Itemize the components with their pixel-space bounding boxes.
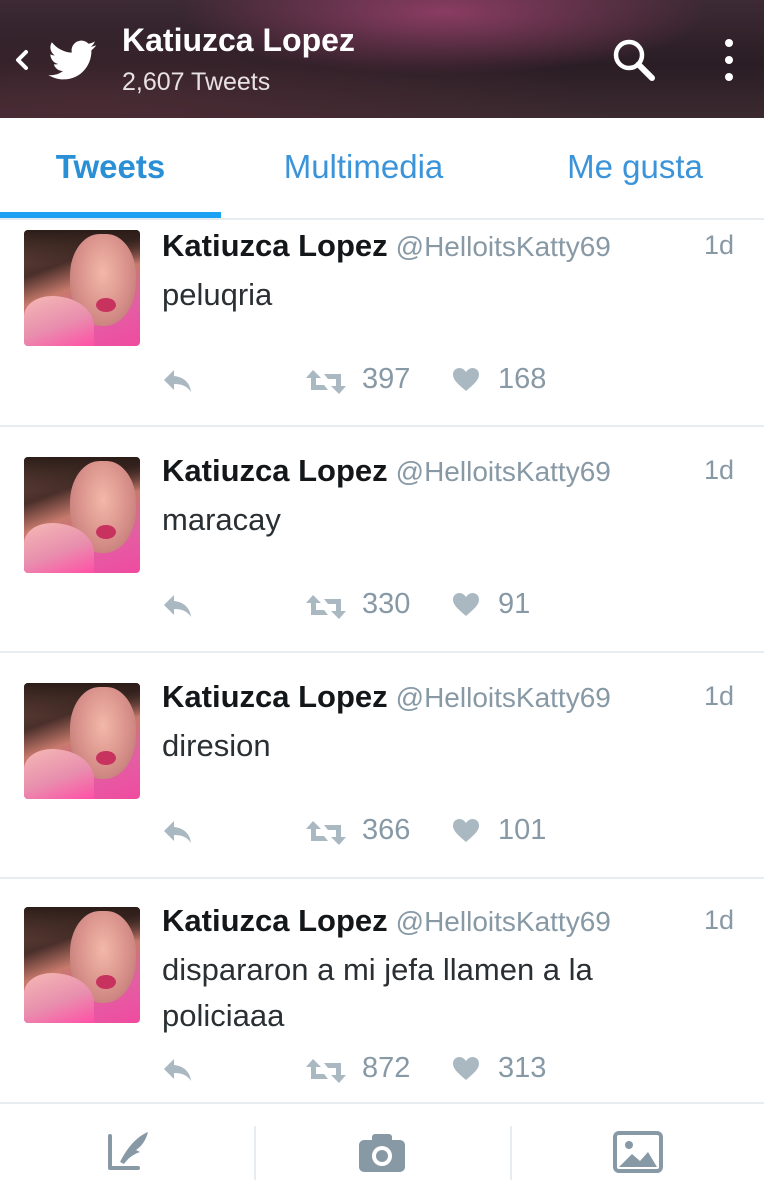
- retweet-icon[interactable]: [304, 593, 348, 621]
- tweet-author-handle: @HelloitsKatty69: [395, 456, 611, 487]
- twitter-bird-icon: [48, 40, 97, 80]
- tweet-item[interactable]: Katiuzca Lopez @HelloitsKatty69 1d peluqr…: [0, 220, 764, 425]
- tweet-author[interactable]: Katiuzca Lopez @HelloitsKatty69: [162, 679, 611, 715]
- camera-icon[interactable]: [356, 1128, 408, 1176]
- retweet-icon[interactable]: [304, 819, 348, 847]
- retweet-icon[interactable]: [304, 368, 348, 396]
- avatar[interactable]: [24, 230, 140, 346]
- reply-icon[interactable]: [160, 1055, 194, 1085]
- tab-me-gusta[interactable]: Me gusta: [506, 118, 764, 218]
- avatar[interactable]: [24, 907, 140, 1023]
- avatar[interactable]: [24, 683, 140, 799]
- tweet-actions: 872 313: [0, 1051, 764, 1091]
- tweet-author-name: Katiuzca Lopez: [162, 903, 388, 938]
- tweet-author[interactable]: Katiuzca Lopez @HelloitsKatty69: [162, 228, 611, 264]
- tweet-author-handle: @HelloitsKatty69: [395, 682, 611, 713]
- tweet-actions: 366 101: [0, 813, 764, 853]
- profile-header: Katiuzca Lopez 2,607 Tweets: [0, 0, 764, 118]
- tweet-time: 1d: [704, 455, 735, 485]
- tweet-actions: 397 168: [0, 362, 764, 402]
- like-count: 313: [498, 1052, 547, 1084]
- like-count: 101: [498, 814, 547, 846]
- heart-icon[interactable]: [452, 1055, 480, 1083]
- tweet-text: maracay: [162, 502, 281, 537]
- toolbar-divider: [510, 1126, 512, 1180]
- heart-icon[interactable]: [452, 366, 480, 394]
- tab-multimedia[interactable]: Multimedia: [221, 118, 506, 218]
- tweet-text: peluqria: [162, 277, 273, 312]
- tweet-author[interactable]: Katiuzca Lopez @HelloitsKatty69: [162, 453, 611, 489]
- toolbar-divider: [254, 1126, 256, 1180]
- avatar[interactable]: [24, 457, 140, 573]
- tweet-time: 1d: [704, 230, 735, 260]
- tweet-text: dispararon a mi jefa llamen a la policia…: [162, 952, 593, 1033]
- tweet-author-handle: @HelloitsKatty69: [395, 231, 611, 262]
- heart-icon[interactable]: [452, 591, 480, 619]
- search-icon[interactable]: [608, 34, 660, 86]
- retweet-count: 330: [362, 588, 411, 620]
- tab-tweets[interactable]: Tweets: [0, 118, 221, 218]
- like-count: 91: [498, 588, 531, 620]
- reply-icon[interactable]: [160, 817, 194, 847]
- tweet-author-name: Katiuzca Lopez: [162, 228, 388, 263]
- compose-tweet-icon[interactable]: [104, 1128, 156, 1176]
- tweet-item[interactable]: Katiuzca Lopez @HelloitsKatty69 1d diresi…: [0, 653, 764, 877]
- profile-tabs: Tweets Multimedia Me gusta: [0, 118, 764, 220]
- tweet-author-name: Katiuzca Lopez: [162, 453, 388, 488]
- profile-name: Katiuzca Lopez: [122, 22, 355, 58]
- bottom-toolbar: [0, 1102, 764, 1202]
- reply-icon[interactable]: [160, 591, 194, 621]
- tweet-count: 2,607 Tweets: [122, 68, 271, 96]
- retweet-count: 366: [362, 814, 411, 846]
- reply-icon[interactable]: [160, 366, 194, 396]
- tweet-text: diresion: [162, 728, 271, 763]
- tweet-author-handle: @HelloitsKatty69: [395, 906, 611, 937]
- retweet-count: 397: [362, 363, 411, 395]
- tweet-time: 1d: [704, 905, 735, 935]
- tweet-item[interactable]: Katiuzca Lopez @HelloitsKatty69 1d maraca…: [0, 427, 764, 651]
- retweet-count: 872: [362, 1052, 411, 1084]
- tweet-time: 1d: [704, 681, 735, 711]
- tweet-author-name: Katiuzca Lopez: [162, 679, 388, 714]
- tweet-actions: 330 91: [0, 587, 764, 627]
- tweet-item[interactable]: Katiuzca Lopez @HelloitsKatty69 1d dispar…: [0, 879, 764, 1101]
- retweet-icon[interactable]: [304, 1057, 348, 1085]
- heart-icon[interactable]: [452, 817, 480, 845]
- image-icon[interactable]: [612, 1128, 664, 1176]
- more-vertical-icon[interactable]: [714, 34, 744, 86]
- tweet-author[interactable]: Katiuzca Lopez @HelloitsKatty69: [162, 903, 611, 939]
- like-count: 168: [498, 363, 547, 395]
- back-chevron-icon[interactable]: [10, 40, 34, 80]
